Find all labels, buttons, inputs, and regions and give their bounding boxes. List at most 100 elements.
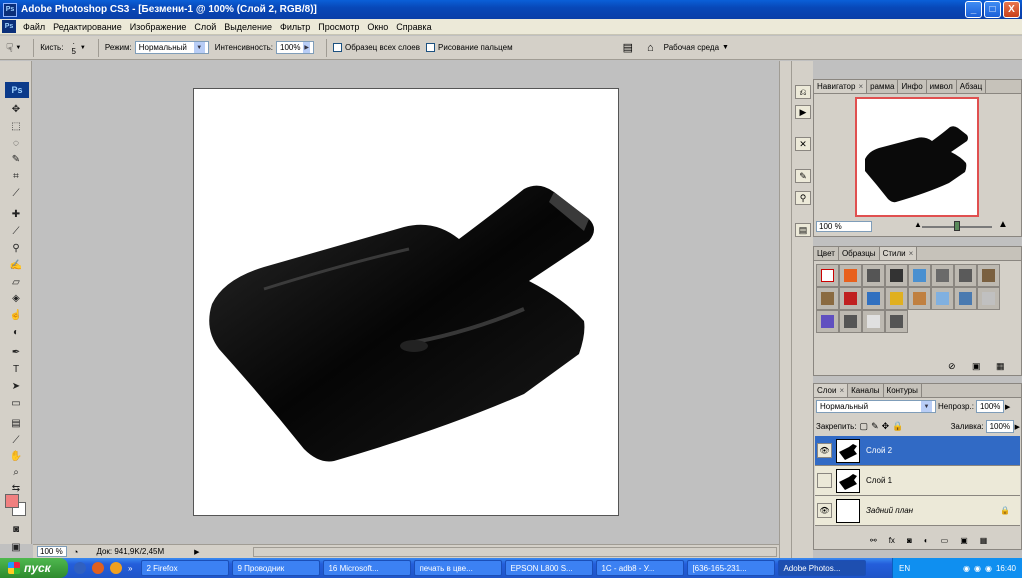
start-button[interactable]: пуск [0, 558, 68, 578]
menu-edit[interactable]: Редактирование [49, 22, 126, 32]
eyedropper-icon[interactable]: ⟋ [7, 433, 25, 447]
tab-color[interactable]: Цвет [814, 247, 839, 260]
style-swatch[interactable] [954, 264, 977, 287]
layer-row[interactable]: Слой 1 [815, 466, 1020, 496]
media-icon[interactable] [110, 562, 122, 574]
finger-painting-checkbox[interactable] [426, 43, 436, 52]
style-swatch[interactable] [885, 287, 908, 310]
menu-file[interactable]: Файл [19, 22, 49, 32]
taskbar-button[interactable]: Adobe Photos... [778, 560, 867, 576]
status-info-icon[interactable]: ◔ [73, 547, 78, 557]
smudge-icon[interactable]: ☝ [7, 308, 25, 322]
fill-arrow-icon[interactable]: ▶ [1015, 423, 1020, 431]
tab-channels[interactable]: Каналы [848, 384, 884, 397]
dodge-icon[interactable]: ◐ [7, 325, 25, 339]
tab-styles[interactable]: Стили × [879, 247, 918, 260]
shape-icon[interactable]: ▭ [7, 396, 25, 410]
sample-all-layers-checkbox[interactable] [333, 43, 342, 52]
style-swatch[interactable] [862, 287, 885, 310]
zoom-in-icon[interactable]: ▲ [998, 219, 1008, 230]
layer-style-icon[interactable]: fx [889, 536, 895, 545]
layer-row[interactable]: 👁 Слой 2 [815, 436, 1020, 466]
ie-icon[interactable] [74, 562, 86, 574]
tray-icon[interactable]: ◉ [974, 564, 981, 573]
vertical-scrollbar[interactable] [779, 61, 791, 558]
document-icon[interactable]: Ps [2, 20, 16, 33]
tray-icon[interactable]: ◉ [963, 564, 970, 573]
brush-size-picker[interactable]: · 5 [71, 39, 75, 56]
slider-knob[interactable] [954, 221, 960, 231]
zoom-field[interactable]: 100 % [37, 546, 67, 557]
tool-preset-icon[interactable]: ☟ [6, 41, 13, 55]
style-swatch[interactable] [931, 264, 954, 287]
history-brush-icon[interactable]: ✍ [7, 258, 25, 272]
style-swatch[interactable] [908, 264, 931, 287]
pen-icon[interactable]: ✒ [7, 345, 25, 359]
style-swatch[interactable] [862, 264, 885, 287]
workspace-menu[interactable]: Рабочая среда [664, 43, 719, 52]
close-icon[interactable]: × [839, 386, 844, 395]
slice-icon[interactable]: ⟋ [7, 186, 25, 200]
workspace-arrow-icon[interactable]: ▼ [722, 44, 729, 51]
history-icon[interactable]: ⎌ [795, 85, 811, 99]
taskbar-button[interactable]: 9 Проводник [232, 560, 321, 576]
lock-pixels-icon[interactable]: ✎ [871, 421, 879, 432]
blend-mode-select[interactable]: Нормальный ▼ [816, 400, 936, 413]
taskbar-button[interactable]: 2 Firefox [141, 560, 230, 576]
tab-histogram[interactable]: рамма [867, 80, 899, 93]
visibility-eye-icon[interactable]: 👁 [817, 503, 832, 518]
ps-logo[interactable]: Ps [5, 82, 29, 98]
style-swatch[interactable] [954, 287, 977, 310]
opacity-arrow-icon[interactable]: ▶ [1005, 403, 1010, 411]
default-colors-icon[interactable]: ⇆ [7, 481, 25, 495]
tab-info[interactable]: Инфо [898, 80, 927, 93]
style-swatch[interactable] [839, 287, 862, 310]
taskbar-button[interactable]: EPSON L800 S... [505, 560, 594, 576]
lasso-icon[interactable]: ◌ [7, 136, 25, 150]
style-swatch[interactable] [977, 287, 1000, 310]
quick-mask-icon[interactable]: ◙ [7, 522, 25, 536]
menu-view[interactable]: Просмотр [314, 22, 363, 32]
gradient-icon[interactable]: ◈ [7, 291, 25, 305]
tool-presets-icon[interactable]: ✕ [795, 137, 811, 151]
tab-swatches[interactable]: Образцы [839, 247, 880, 260]
menu-image[interactable]: Изображение [126, 22, 191, 32]
style-swatch[interactable] [862, 310, 885, 333]
foreground-color-swatch[interactable] [5, 494, 19, 508]
brush-icon[interactable]: ⟋ [7, 224, 25, 238]
tab-paths[interactable]: Контуры [884, 384, 922, 397]
layer-mask-icon[interactable]: ◙ [907, 536, 912, 545]
chevron-right-icon[interactable]: ▶ [303, 42, 310, 53]
menu-window[interactable]: Окно [363, 22, 392, 32]
tab-paragraph[interactable]: Абзац [957, 80, 987, 93]
menu-layer[interactable]: Слой [190, 22, 220, 32]
layer-row[interactable]: 👁 Задний план 🔒 [815, 496, 1020, 526]
navigator-zoom-field[interactable]: 100 % [816, 221, 872, 232]
style-swatch[interactable] [839, 310, 862, 333]
style-swatch[interactable] [908, 287, 931, 310]
taskbar-button[interactable]: печать в цве... [414, 560, 503, 576]
tab-navigator[interactable]: Навигатор × [814, 80, 868, 93]
style-swatch[interactable] [816, 287, 839, 310]
taskbar-button[interactable]: 1С - adb8 - У... [596, 560, 685, 576]
new-layer-icon[interactable]: ▣ [960, 536, 968, 545]
move-icon[interactable]: ✥ [7, 102, 25, 116]
brushes-icon[interactable]: ✎ [795, 169, 811, 183]
close-icon[interactable]: × [858, 82, 863, 91]
bridge-icon[interactable]: ⌂ [647, 42, 654, 54]
delete-style-icon[interactable]: ⊘ [948, 361, 956, 372]
layer-comps-icon[interactable]: ▤ [795, 223, 811, 237]
lock-transparent-icon[interactable]: ▢ [860, 421, 869, 432]
link-layers-icon[interactable]: ⚯ [870, 536, 877, 545]
document-canvas[interactable] [193, 88, 619, 516]
style-swatch[interactable] [885, 264, 908, 287]
clone-source-icon[interactable]: ⚲ [795, 191, 811, 205]
fill-field[interactable]: 100% [985, 420, 1014, 433]
style-swatch[interactable] [977, 264, 1000, 287]
type-icon[interactable]: T [7, 362, 25, 376]
style-swatch[interactable] [816, 310, 839, 333]
zoom-out-icon[interactable]: ▲ [914, 220, 922, 229]
brush-arrow-icon[interactable]: ▼ [80, 45, 86, 51]
healing-icon[interactable]: ✚ [7, 207, 25, 221]
crop-icon[interactable]: ⌗ [7, 169, 25, 183]
